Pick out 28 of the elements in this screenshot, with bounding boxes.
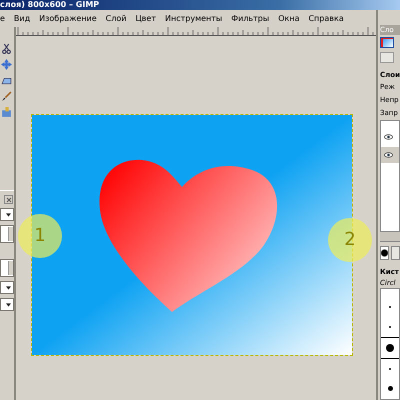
spin-field[interactable] — [0, 225, 14, 243]
eraser-icon[interactable] — [1, 75, 12, 86]
layer-row[interactable] — [381, 147, 399, 164]
menu-item[interactable]: Цвет — [135, 14, 156, 24]
brush-icon[interactable] — [380, 246, 389, 260]
spin-field[interactable] — [0, 259, 14, 277]
scissors-icon[interactable] — [1, 43, 12, 54]
window-title: слоя) 800x600 – GIMP — [0, 0, 100, 10]
dropdown[interactable] — [0, 281, 14, 294]
eye-icon[interactable] — [384, 134, 393, 140]
brush-item[interactable] — [381, 336, 399, 359]
image-thumbnail[interactable] — [380, 37, 394, 48]
menu-item[interactable]: Фильтры — [231, 14, 270, 24]
caret-icon — [6, 302, 11, 306]
menu-item[interactable]: Инструменты — [164, 14, 222, 24]
menu-item[interactable]: Справка — [308, 14, 344, 24]
caret-icon — [6, 212, 11, 216]
dropdown[interactable] — [0, 298, 14, 311]
menu-item[interactable]: Изображение — [39, 14, 97, 24]
eye-icon[interactable] — [384, 152, 393, 158]
menu-item[interactable]: Окна — [278, 14, 300, 24]
menu-item[interactable]: е — [0, 14, 5, 24]
menu-item[interactable]: Вид — [14, 14, 30, 24]
close-icon[interactable] — [4, 195, 13, 204]
caret-icon — [6, 286, 11, 290]
menu-item[interactable]: Слой — [106, 14, 126, 24]
move-icon[interactable] — [1, 59, 12, 70]
dropdown[interactable] — [0, 208, 14, 221]
